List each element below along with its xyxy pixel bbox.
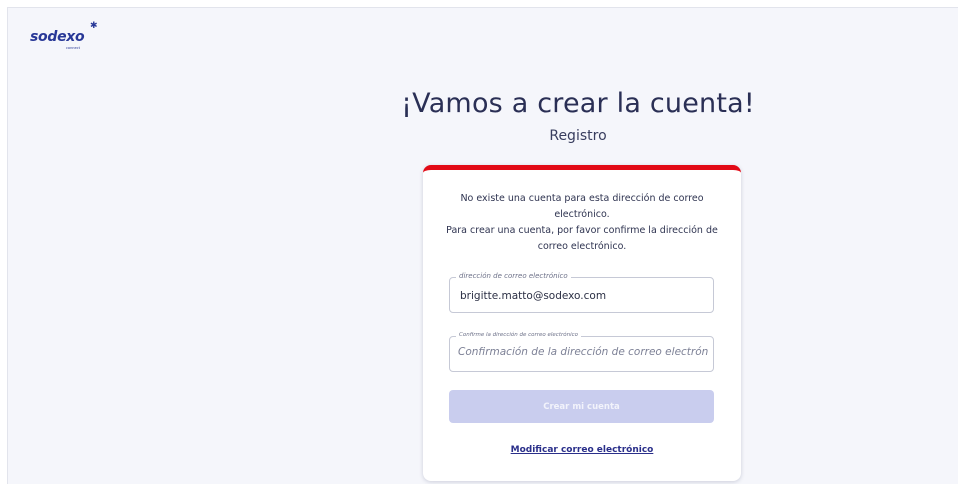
page-title: ¡Vamos a crear la cuenta! — [401, 88, 755, 119]
email-field-value: brigitte.matto@sodexo.com — [460, 290, 607, 302]
page-subtitle: Registro — [549, 128, 607, 144]
modify-email-link[interactable]: Modificar correo electrónico — [423, 445, 741, 455]
info-message-line2: Para crear una cuenta, por favor confirm… — [446, 225, 718, 252]
confirm-email-field-label: Confirme la dirección de correo electrón… — [456, 332, 582, 338]
logo-star-icon: ✱ — [90, 21, 98, 31]
page-background: sodexo ✱ connect ¡Vamos a crear la cuent… — [7, 7, 958, 484]
registration-card: No existe una cuenta para esta dirección… — [423, 165, 741, 481]
confirm-email-input[interactable] — [458, 346, 708, 358]
create-account-button[interactable]: Crear mi cuenta — [449, 390, 714, 423]
info-message-line1: No existe una cuenta para esta dirección… — [460, 193, 704, 220]
email-field-label: dirección de correo electrónico — [456, 272, 571, 280]
confirm-email-field[interactable]: Confirme la dirección de correo electrón… — [449, 332, 714, 372]
logo-subtext: connect — [66, 46, 80, 50]
email-field[interactable]: dirección de correo electrónico brigitte… — [449, 272, 714, 313]
info-message: No existe una cuenta para esta dirección… — [443, 191, 721, 255]
sodexo-logo: sodexo ✱ connect — [30, 21, 98, 50]
logo-text: sodexo — [30, 29, 85, 45]
